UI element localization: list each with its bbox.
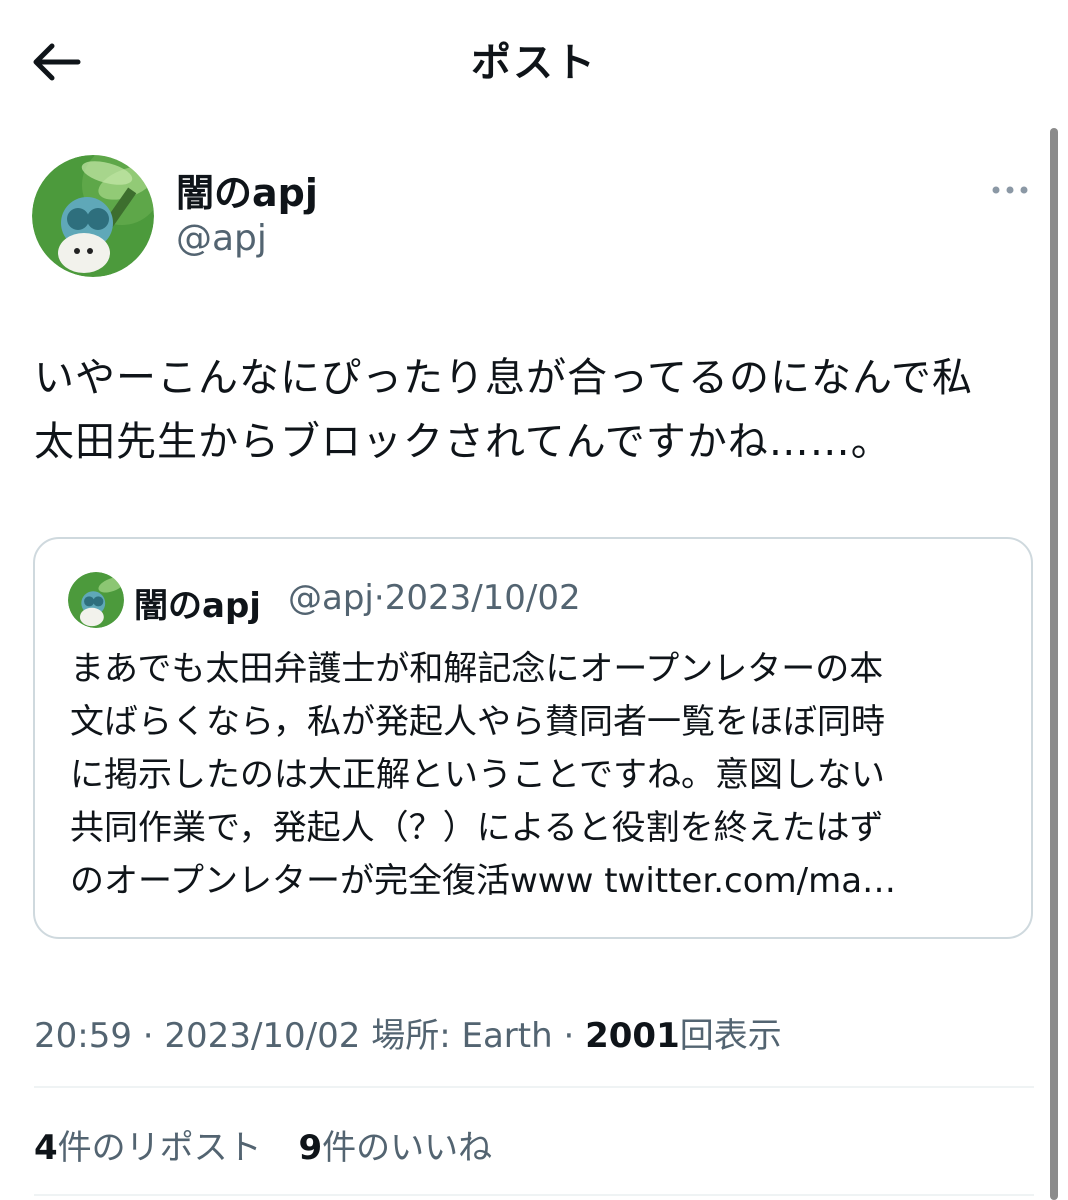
meta-separator-2: · <box>563 1016 575 1056</box>
quoted-author-name: 闇のapj <box>134 586 261 626</box>
more-horizontal-icon <box>992 186 1028 194</box>
quoted-author-avatar <box>68 572 124 628</box>
post-text: いやーこんなにぴったり息が合ってるのになんで私 太田先生からブロックされてんです… <box>34 355 973 465</box>
views-count: 2001 <box>585 1016 680 1056</box>
page-title: ポスト <box>471 40 597 86</box>
dragonfly-avatar-icon <box>32 155 154 277</box>
quoted-handle: @apj <box>288 578 374 618</box>
author-handle[interactable]: @apj <box>176 218 267 259</box>
author-avatar[interactable] <box>32 155 154 277</box>
quoted-separator: · <box>373 578 385 618</box>
likes-label: 件のいいね <box>322 1128 493 1168</box>
scrollbar[interactable] <box>1050 128 1058 1200</box>
quoted-text: まあでも太田弁護士が和解記念にオープンレターの本 文ばらくなら，私が発起人やら賛… <box>70 649 897 901</box>
reposts-count: 4 <box>34 1128 58 1168</box>
author-name[interactable]: 闇のapj <box>176 162 318 217</box>
post-location: 場所: Earth <box>371 1016 553 1056</box>
post-date[interactable]: 2023/10/02 <box>164 1016 360 1056</box>
views-label: 回表示 <box>679 1016 782 1056</box>
engagement-stats: 4件のリポスト 9件のいいね <box>34 1120 518 1169</box>
divider <box>34 1086 1034 1088</box>
top-bar: ポスト <box>0 0 1068 120</box>
divider-bottom <box>34 1194 1034 1196</box>
post-meta: 20:59 · 2023/10/02 場所: Earth · 2001回表示 <box>34 1008 782 1057</box>
meta-separator: · <box>142 1016 154 1056</box>
reposts-label: 件のリポスト <box>57 1128 262 1168</box>
dragonfly-avatar-small-icon <box>68 572 124 628</box>
more-options-button[interactable] <box>986 172 1034 208</box>
likes-link[interactable]: 9件のいいね <box>298 1128 492 1168</box>
post-time[interactable]: 20:59 <box>34 1016 132 1056</box>
likes-count: 9 <box>298 1128 323 1168</box>
quoted-meta: @apj·2023/10/02 <box>288 578 581 618</box>
quoted-date: 2023/10/02 <box>384 578 581 618</box>
reposts-link[interactable]: 4件のリポスト <box>34 1128 262 1168</box>
